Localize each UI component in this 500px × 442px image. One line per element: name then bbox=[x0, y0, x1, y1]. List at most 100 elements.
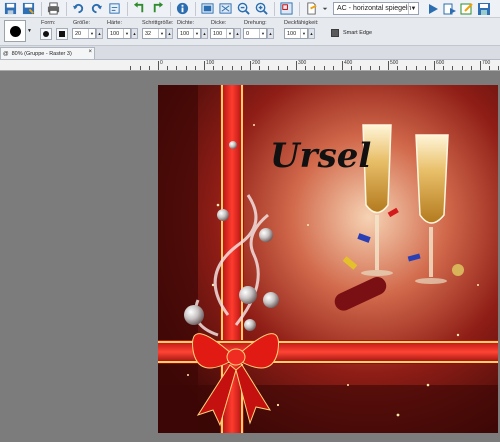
opacity-spinner[interactable]: ▲ bbox=[308, 28, 315, 39]
save-as-icon[interactable] bbox=[20, 1, 36, 16]
ruler-label: 500 bbox=[390, 60, 399, 66]
ruler-tick bbox=[360, 66, 362, 70]
chevron-down-icon[interactable]: ▼ bbox=[88, 29, 95, 38]
ruler-tick bbox=[489, 66, 491, 70]
play-icon[interactable] bbox=[426, 2, 440, 16]
chevron-down-icon[interactable]: ▼ bbox=[259, 29, 266, 38]
chevron-down-icon[interactable]: ▼ bbox=[408, 3, 418, 14]
ruler-tick bbox=[268, 66, 270, 70]
signature-text: Ursel bbox=[270, 136, 371, 176]
ruler-tick bbox=[130, 66, 132, 70]
hardness-spinner[interactable]: ▲ bbox=[131, 28, 138, 39]
toolbar-separator bbox=[299, 1, 300, 16]
thickness-input[interactable]: 100 ▼ bbox=[210, 28, 234, 39]
main-toolbar: AC - horizontal spiegeln ▼ bbox=[0, 0, 500, 18]
toolbar-separator bbox=[66, 1, 67, 16]
ruler-tick bbox=[470, 66, 472, 70]
script-run-icon[interactable] bbox=[443, 2, 457, 16]
rotation-input[interactable]: 0 ▼ bbox=[243, 28, 267, 39]
thickness-spinner[interactable]: ▲ bbox=[234, 28, 241, 39]
history-icon[interactable] bbox=[106, 1, 122, 16]
ruler-tick bbox=[461, 66, 463, 70]
hardness-input[interactable]: 100 ▼ bbox=[107, 28, 131, 39]
new-document-icon[interactable] bbox=[303, 1, 319, 16]
fit-window-icon[interactable] bbox=[199, 1, 215, 16]
step-label: Schrittgröße: bbox=[142, 20, 174, 26]
chevron-down-icon[interactable]: ▼ bbox=[158, 29, 165, 38]
ruler-tick bbox=[480, 61, 481, 70]
ruler-tick bbox=[424, 66, 426, 70]
ruler-tick bbox=[148, 66, 150, 70]
rotation-value: 0 bbox=[246, 30, 250, 37]
print-icon[interactable] bbox=[45, 1, 61, 16]
ruler-tick bbox=[397, 66, 399, 70]
size-spinner[interactable]: ▲ bbox=[96, 28, 103, 39]
new-document-dropdown-icon[interactable] bbox=[321, 1, 329, 16]
size-input[interactable]: 20 ▼ bbox=[72, 28, 96, 39]
save-icon[interactable] bbox=[2, 1, 18, 16]
ruler-label: 300 bbox=[298, 60, 307, 66]
chevron-down-icon[interactable]: ▼ bbox=[226, 29, 233, 38]
toolbar-separator bbox=[127, 1, 128, 16]
edit-script-icon[interactable] bbox=[460, 2, 474, 16]
smart-edge-checkbox[interactable] bbox=[331, 29, 339, 37]
info-icon[interactable] bbox=[174, 1, 190, 16]
rotate-right-icon[interactable] bbox=[149, 1, 165, 16]
ruler-tick bbox=[185, 66, 187, 70]
left-shadow-band bbox=[158, 85, 198, 433]
zoom-in-icon[interactable] bbox=[253, 1, 269, 16]
redo-icon[interactable] bbox=[88, 1, 104, 16]
fit-image-icon[interactable] bbox=[217, 1, 233, 16]
density-input[interactable]: 100 ▼ bbox=[177, 28, 201, 39]
brush-preview[interactable] bbox=[4, 20, 26, 42]
ruler-tick bbox=[158, 61, 159, 70]
script-save-icon[interactable] bbox=[477, 2, 491, 16]
document-tab[interactable]: @ 80% (Gruppe - Raster 3) × bbox=[0, 47, 95, 59]
ruler-tick bbox=[277, 66, 279, 70]
ruler-tick bbox=[434, 61, 435, 70]
ruler-tick bbox=[204, 61, 205, 70]
chevron-down-icon[interactable]: ▼ bbox=[123, 29, 130, 38]
ruler-tick bbox=[259, 66, 261, 70]
opacity-input[interactable]: 100 ▼ bbox=[284, 28, 308, 39]
brush-tip-shape bbox=[9, 25, 21, 37]
ruler-tick bbox=[415, 66, 417, 70]
ruler-label: 0 bbox=[160, 60, 163, 66]
step-spinner[interactable]: ▲ bbox=[166, 28, 173, 39]
ruler-tick bbox=[342, 61, 343, 70]
ruler-tick bbox=[498, 66, 500, 70]
step-input[interactable]: 32 ▼ bbox=[142, 28, 166, 39]
density-spinner[interactable]: ▲ bbox=[201, 28, 208, 39]
undo-icon[interactable] bbox=[70, 1, 86, 16]
round-shape-icon bbox=[43, 31, 49, 37]
ruler-tick bbox=[332, 66, 334, 70]
document-tab-title: 80% (Gruppe - Raster 3) bbox=[11, 50, 72, 57]
preset-select[interactable]: AC - horizontal spiegeln ▼ bbox=[333, 2, 419, 15]
ruler-tick bbox=[443, 66, 445, 70]
rotation-label: Drehung: bbox=[244, 20, 267, 26]
horizontal-ruler: 0 100 200 300 400 500 600 700 bbox=[0, 60, 500, 71]
christmas-artwork: Ursel bbox=[158, 85, 498, 433]
chevron-down-icon[interactable]: ▼ bbox=[300, 29, 307, 38]
hardness-label: Härte: bbox=[107, 20, 122, 26]
ruler-tick bbox=[240, 66, 242, 70]
opacity-label: Deckfähigkeit: bbox=[284, 20, 319, 26]
chevron-down-icon[interactable]: ▼ bbox=[27, 28, 32, 34]
chevron-down-icon[interactable]: ▼ bbox=[193, 29, 200, 38]
overview-icon[interactable] bbox=[278, 1, 294, 16]
round-shape-button[interactable] bbox=[40, 28, 52, 40]
ruler-tick bbox=[351, 66, 353, 70]
hardness-value: 100 bbox=[110, 30, 120, 37]
rotation-spinner[interactable]: ▲ bbox=[267, 28, 274, 39]
zoom-out-icon[interactable] bbox=[235, 1, 251, 16]
image-canvas[interactable]: Ursel bbox=[158, 85, 498, 433]
ruler-label: 600 bbox=[436, 60, 445, 66]
ruler-tick bbox=[296, 61, 297, 70]
rotate-left-icon[interactable] bbox=[131, 1, 147, 16]
ruler-tick bbox=[305, 66, 307, 70]
ruler-tick bbox=[286, 66, 288, 70]
form-label: Form: bbox=[41, 20, 56, 26]
ruler-tick bbox=[378, 66, 380, 70]
close-icon[interactable]: × bbox=[88, 49, 92, 55]
square-shape-button[interactable] bbox=[56, 28, 68, 40]
